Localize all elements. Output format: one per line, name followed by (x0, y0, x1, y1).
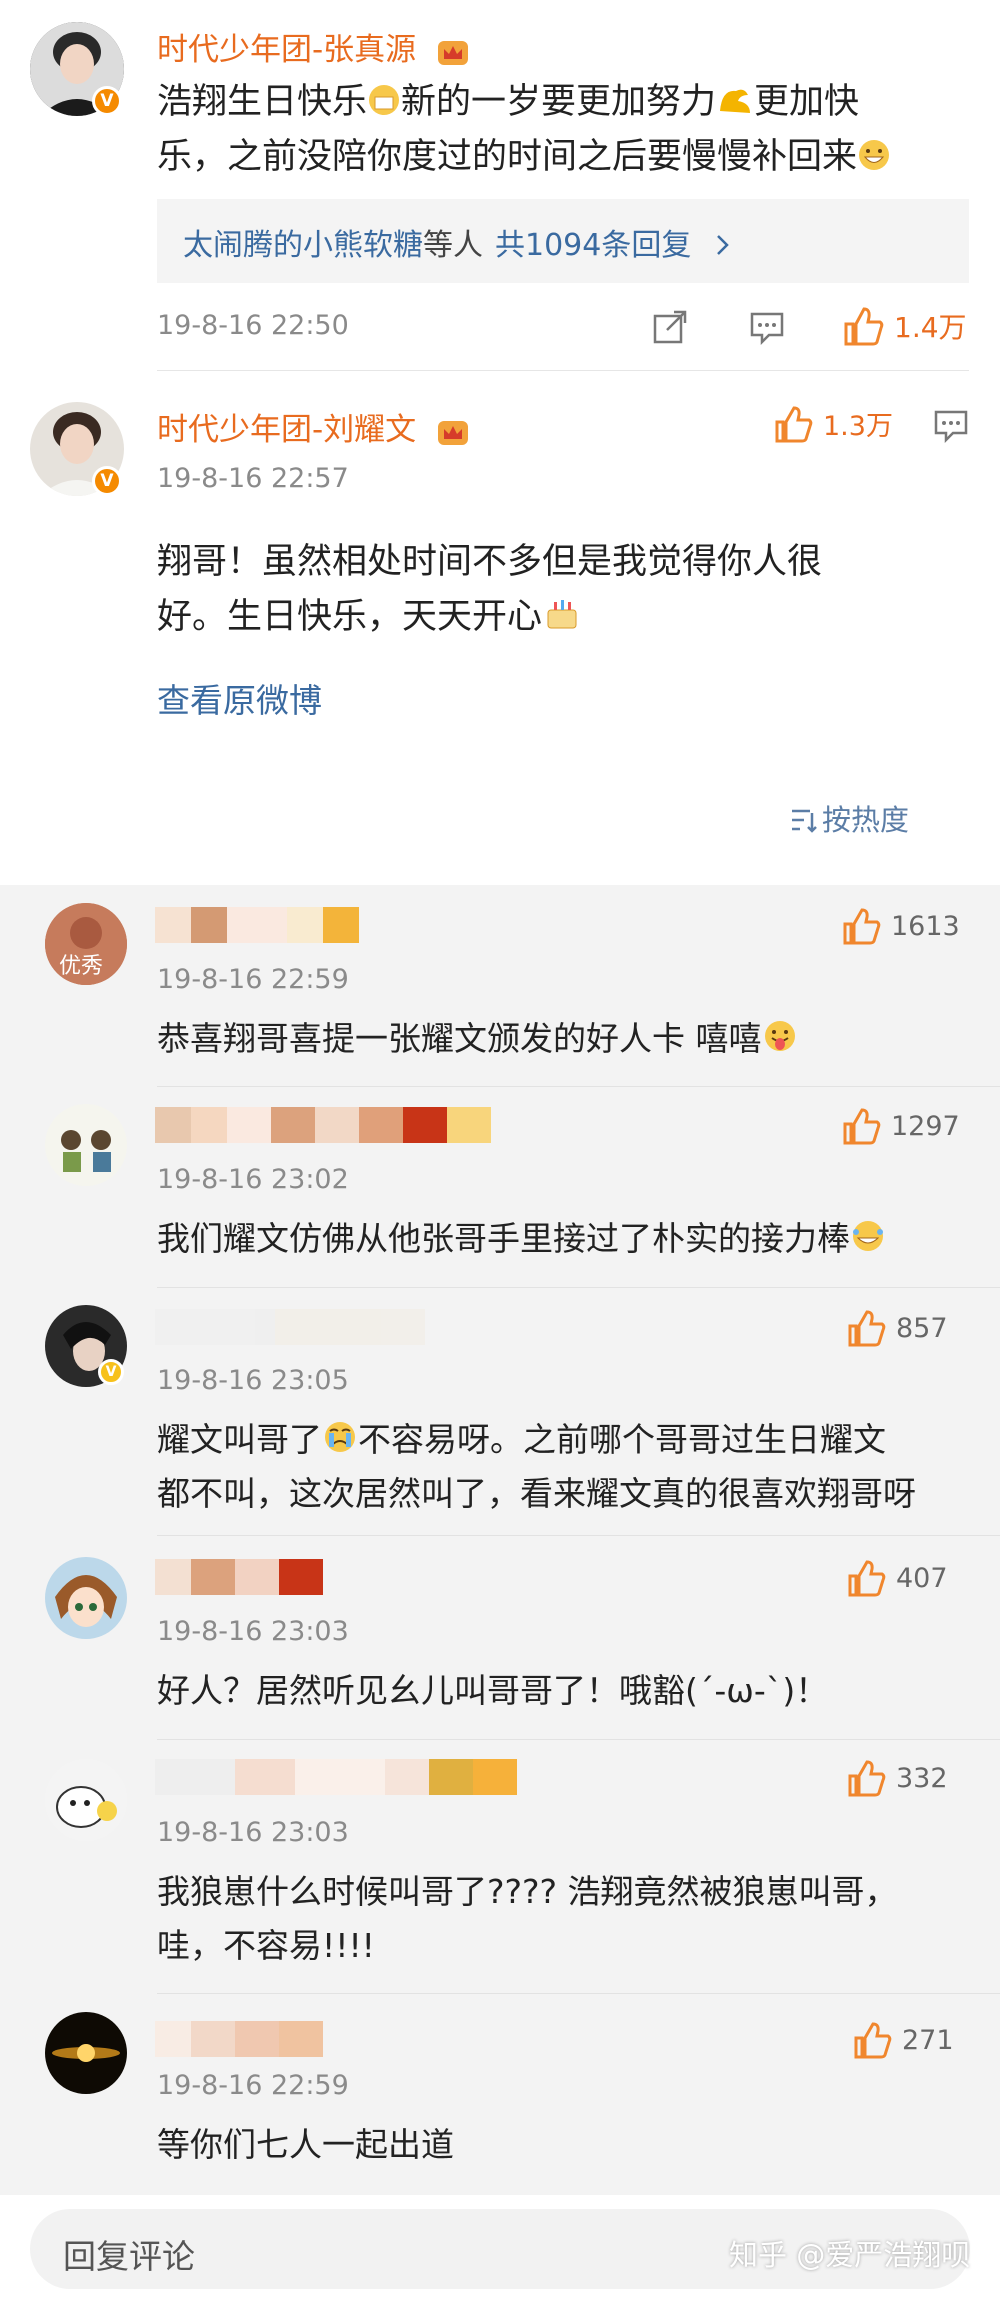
view-original-post-link[interactable]: 查看原微博 (157, 674, 322, 722)
avatar[interactable] (45, 2012, 127, 2094)
verified-badge-icon: V (92, 466, 122, 496)
comment-icon[interactable] (749, 311, 785, 345)
reply-placeholder: 回复评论 (63, 2237, 195, 2276)
thumbs-up-icon (775, 405, 813, 442)
like-count: 407 (896, 1562, 948, 1594)
blurred-username[interactable] (155, 1107, 491, 1147)
divider (157, 370, 969, 371)
comment-timestamp: 19-8-16 23:05 (157, 1365, 349, 1396)
svg-text:优秀: 优秀 (59, 954, 103, 979)
like-count: 1.3万 (823, 411, 893, 442)
thumbs-up-icon (854, 2022, 892, 2059)
thumbs-up-icon (848, 1310, 886, 1347)
verified-badge-icon: V (92, 86, 122, 116)
post-author-name[interactable]: 时代少年团-刘耀文 (157, 404, 470, 449)
like-button[interactable]: 1613 (841, 907, 960, 945)
comment-text: 我们耀文仿佛从他张哥手里接过了朴实的接力棒 (157, 1212, 886, 1266)
divider (157, 1739, 1000, 1740)
post-author-name[interactable]: 时代少年团-张真源 (157, 24, 470, 69)
crying-face-emoji-icon (325, 1422, 355, 1452)
avatar[interactable]: 优秀 (45, 903, 127, 985)
divider (157, 1993, 1000, 1994)
comment-text: 恭喜翔哥喜提一张耀文颁发的好人卡 嘻嘻 (157, 1012, 798, 1066)
replies-summary[interactable]: 太闹腾的小熊软糖等人 共1094条回复 (157, 199, 969, 283)
like-button[interactable]: 857 (846, 1309, 948, 1347)
sort-label: 按热度 (822, 803, 910, 837)
like-button[interactable]: 271 (852, 2021, 954, 2059)
verified-badge-icon: V (98, 1359, 124, 1385)
thumbs-up-icon (844, 307, 884, 346)
like-count: 1613 (891, 910, 960, 942)
chevron-right-icon (717, 235, 729, 255)
reply-count-link[interactable]: 共1094条回复 (495, 228, 691, 263)
avatar-image (45, 1557, 127, 1639)
thumbs-up-icon (843, 1108, 881, 1145)
watermark: 知乎 @爱严浩翔呗 (729, 2238, 971, 2272)
blurred-username[interactable] (155, 1559, 323, 1599)
like-count: 332 (896, 1762, 948, 1794)
avatar-image (45, 1104, 127, 1186)
divider (157, 1535, 1000, 1536)
avatar-image (45, 2012, 127, 2094)
laughing-tears-emoji-icon (853, 1221, 883, 1251)
sort-icon (792, 809, 817, 833)
divider (157, 1287, 1000, 1288)
thumbs-up-icon (843, 908, 881, 945)
comment-text: 我狼崽什么时候叫哥了???? 浩翔竟然被狼崽叫哥， 哇，不容易!!!! (157, 1872, 898, 1965)
like-button[interactable]: 1.3万 (773, 404, 893, 443)
thumbs-up-icon (848, 1760, 886, 1797)
post-timestamp: 19-8-16 22:57 (157, 463, 349, 494)
comment-timestamp: 19-8-16 23:03 (157, 1616, 349, 1647)
crown-badge-icon (438, 420, 469, 445)
like-button[interactable]: 1297 (841, 1107, 960, 1145)
flexed-biceps-emoji-icon (720, 89, 751, 113)
birthday-cake-emoji-icon (547, 600, 577, 629)
username-text: 时代少年团-张真源 (157, 32, 417, 68)
like-button[interactable]: 1.4万 (842, 306, 967, 346)
avatar[interactable] (45, 1104, 127, 1186)
sort-by-hot-button[interactable]: 按热度 (790, 797, 909, 839)
avatar-image: 优秀 (45, 903, 127, 985)
post-text: 翔哥！虽然相处时间不多但是我觉得你人很 好。生日快乐，天天开心 (157, 542, 823, 637)
blurred-username[interactable] (155, 1759, 517, 1799)
like-count: 1297 (891, 1110, 960, 1142)
birthday-cake-emoji-icon (369, 85, 400, 115)
comment-text: 耀文叫哥了 不容易呀。之前哪个哥哥过生日耀文 都不叫，这次居然叫了，看来耀文真的很… (157, 1420, 916, 1513)
comment-text: 等你们七人一起出道 (157, 2125, 454, 2164)
like-button[interactable]: 332 (846, 1759, 948, 1797)
like-button[interactable]: 407 (846, 1559, 948, 1597)
like-count: 1.4万 (894, 311, 967, 344)
comment-icon[interactable] (933, 409, 969, 443)
blurred-username[interactable] (155, 2021, 323, 2061)
reply-from-user-link[interactable]: 太闹腾的小熊软糖 (183, 228, 423, 263)
thumbs-up-icon (848, 1560, 886, 1597)
comment-timestamp: 19-8-16 22:59 (157, 964, 349, 995)
divider (157, 1086, 1000, 1087)
reply-mid-text: 等人 (423, 228, 483, 263)
blurred-username[interactable] (155, 907, 359, 947)
blurred-username[interactable] (155, 1309, 425, 1349)
like-count: 857 (896, 1312, 948, 1344)
post-timestamp: 19-8-16 22:50 (157, 310, 349, 341)
tongue-face-emoji-icon (764, 1021, 795, 1051)
comments-list: 优秀 1613 19-8-16 22:59 恭喜翔哥喜提一张耀文颁发的好人卡 嘻… (0, 885, 1000, 2195)
comment-timestamp: 19-8-16 23:02 (157, 1164, 349, 1195)
avatar[interactable] (45, 1759, 127, 1841)
like-count: 271 (902, 2024, 954, 2056)
post-text: 浩翔生日快乐 新的一岁要更加努力 更加快 乐，之前没陪你度过的时间之后要慢慢补回来 (157, 75, 969, 185)
share-icon[interactable] (652, 309, 688, 345)
comment-timestamp: 19-8-16 23:03 (157, 1817, 349, 1848)
comment-timestamp: 19-8-16 22:59 (157, 2070, 349, 2101)
crown-badge-icon (438, 40, 469, 65)
avatar[interactable] (45, 1557, 127, 1639)
avatar-image (45, 1759, 127, 1841)
grinning-face-emoji-icon (859, 140, 890, 170)
original-posts-card: V 时代少年团-张真源 浩翔生日快乐 新的一岁要更加努力 更加快 乐，之前没陪你度过… (0, 0, 1000, 885)
comment-text: 好人？居然听见幺儿叫哥哥了！哦豁(´-ω-`)！ (157, 1671, 829, 1710)
username-text: 时代少年团-刘耀文 (157, 412, 417, 448)
